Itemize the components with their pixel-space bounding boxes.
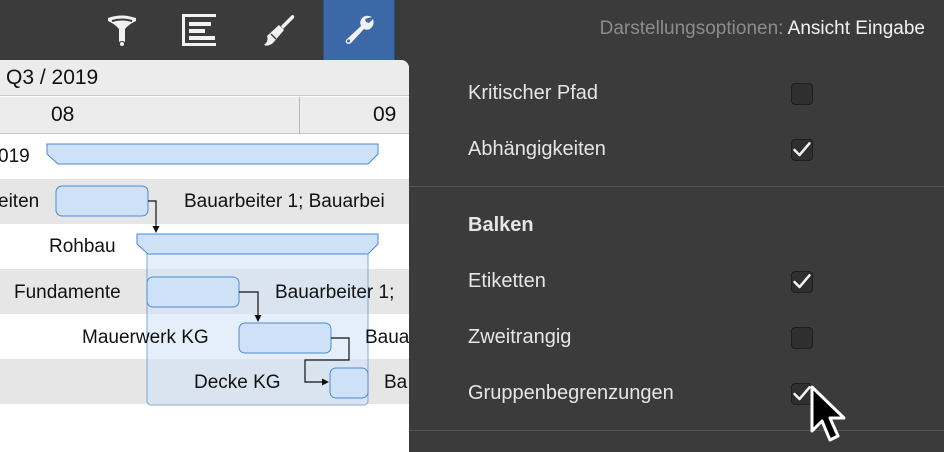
dependencies-checkbox[interactable] xyxy=(791,139,813,161)
row-label-row2: eiten xyxy=(0,191,40,212)
mouse-cursor-icon xyxy=(810,385,846,442)
gantt-bars-button[interactable] xyxy=(164,0,236,60)
bars-heading: Balken xyxy=(468,214,534,236)
option-labels-label: Etiketten xyxy=(468,270,546,292)
section-divider xyxy=(409,430,944,431)
gantt-chart[interactable]: Q3 / 2019 08 09 019 eiten Bauarbeiter 1;… xyxy=(0,60,409,452)
bars-section-heading: Balken xyxy=(409,192,944,248)
resource-label-fundamente: Bauarbeiter 1; xyxy=(275,282,395,303)
wrench-button[interactable] xyxy=(323,0,395,60)
filter-button[interactable] xyxy=(86,0,158,60)
option-critical-path[interactable]: Kritischer Pfad xyxy=(409,60,944,116)
dependency-arrow xyxy=(148,200,157,228)
option-group-bounds-label: Gruppenbegrenzungen xyxy=(468,382,674,404)
summary-bar-rohbau xyxy=(136,233,379,255)
task-bar-decke xyxy=(329,367,369,399)
checkmark-icon xyxy=(793,142,811,157)
row-label-fundamente: Fundamente xyxy=(14,282,121,303)
option-dependencies[interactable]: Abhängigkeiten xyxy=(409,116,944,172)
row-label-project: 019 xyxy=(0,146,30,167)
checkmark-icon xyxy=(793,274,811,289)
secondary-checkbox[interactable] xyxy=(791,327,813,349)
row-label-decke: Decke KG xyxy=(194,372,281,393)
view-options-label: Darstellungsoptionen: xyxy=(599,18,784,39)
row-label-mauerwerk: Mauerwerk KG xyxy=(82,327,209,348)
view-options-title: Darstellungsoptionen: Ansicht Eingabe xyxy=(600,18,925,40)
critical-path-checkbox[interactable] xyxy=(791,83,813,105)
resource-label-mauerwerk: Baua xyxy=(365,327,409,348)
view-options-value: Ansicht Eingabe xyxy=(787,18,925,39)
brush-button[interactable] xyxy=(243,0,315,60)
resource-label-decke: Ba xyxy=(384,372,408,393)
gantt-bars-icon xyxy=(182,14,216,46)
section-divider xyxy=(409,186,944,187)
task-bar-row2 xyxy=(55,185,149,217)
view-options-panel: Kritischer Pfad Abhängigkeiten Balken Et… xyxy=(409,60,944,452)
filter-icon xyxy=(108,15,136,46)
option-secondary-label: Zweitrangig xyxy=(468,326,572,348)
task-bar-mauerwerk xyxy=(238,322,332,354)
labels-checkbox[interactable] xyxy=(791,271,813,293)
row-label-rohbau: Rohbau xyxy=(49,236,116,257)
option-labels[interactable]: Etiketten xyxy=(409,248,944,304)
task-bar-fundamente xyxy=(146,276,240,308)
summary-bar-project xyxy=(46,143,379,165)
option-group-bounds[interactable]: Gruppenbegrenzungen xyxy=(409,360,944,416)
toolbar: Darstellungsoptionen: Ansicht Eingabe xyxy=(0,0,944,60)
resource-label-row2: Bauarbeiter 1; Bauarbei xyxy=(184,191,385,212)
option-critical-path-label: Kritischer Pfad xyxy=(468,82,599,104)
brush-icon xyxy=(264,15,295,46)
option-dependencies-label: Abhängigkeiten xyxy=(468,138,606,160)
option-secondary[interactable]: Zweitrangig xyxy=(409,304,944,360)
wrench-icon xyxy=(345,15,374,44)
